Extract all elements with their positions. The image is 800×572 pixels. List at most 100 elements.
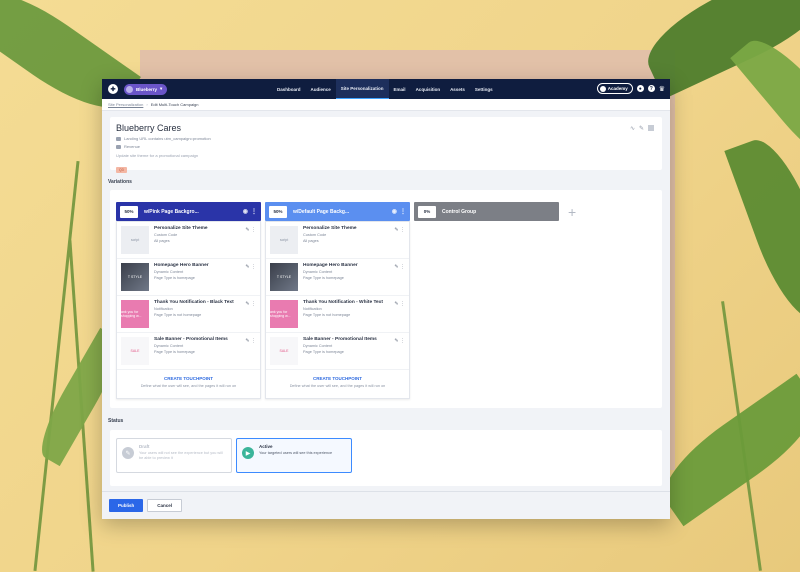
kebab-menu-icon[interactable]: ⋮ xyxy=(251,301,256,307)
touchpoint-title: Thank You Notification - Black Text xyxy=(154,300,234,305)
touchpoint-item[interactable]: SALE Sale Banner - Promotional Items Dyna… xyxy=(117,333,260,370)
campaign-targeting: Landing URL contains utm_campaign=promot… xyxy=(116,136,656,141)
variation-header[interactable]: 50% w/Default Page Backg... ◉ ⋮ xyxy=(265,202,410,221)
status-option-draft[interactable]: ✎ Draft Your users will not see the expe… xyxy=(116,438,232,473)
edit-icon[interactable]: ✎ xyxy=(639,125,644,132)
create-touchpoint-button[interactable]: CREATE TOUCHPOINT xyxy=(117,376,260,381)
kebab-menu-icon[interactable]: ⋮ xyxy=(400,264,405,270)
touchpoint-actions: ✎ ⋮ xyxy=(245,264,256,270)
touchpoint-scope: Page Type is homepage xyxy=(154,350,195,354)
chart-icon[interactable]: ∿ xyxy=(630,125,635,132)
kebab-menu-icon[interactable]: ⋮ xyxy=(251,227,256,233)
kebab-menu-icon[interactable]: ⋮ xyxy=(251,208,257,215)
archive-icon[interactable] xyxy=(648,125,654,131)
touchpoint-item[interactable]: SALE Sale Banner - Promotional Items Dyna… xyxy=(266,333,409,370)
touchpoint-item[interactable]: T STYLE Homepage Hero Banner Dynamic Cont… xyxy=(266,259,409,296)
touchpoint-item[interactable]: T STYLE Homepage Hero Banner Dynamic Cont… xyxy=(117,259,260,296)
touchpoint-title: Homepage Hero Banner xyxy=(154,263,209,268)
touchpoint-thumbnail: T STYLE xyxy=(121,263,149,291)
touchpoint-item[interactable]: ank you for shopping w... Thank You Noti… xyxy=(266,296,409,333)
edit-icon[interactable]: ✎ xyxy=(394,227,398,233)
nav-item-site-personalization[interactable]: Site Personalization xyxy=(335,79,389,99)
variation-percent[interactable]: 0% xyxy=(418,205,436,218)
touchpoint-thumbnail: script xyxy=(121,226,149,254)
breadcrumb-parent-link[interactable]: Site Personalization xyxy=(108,102,143,107)
kebab-menu-icon[interactable]: ⋮ xyxy=(400,227,405,233)
variation-percent[interactable]: 50% xyxy=(269,205,287,218)
nav-item-acquisition[interactable]: Acquisition xyxy=(411,79,446,99)
touchpoint-type: Dynamic Content xyxy=(303,270,333,274)
edit-icon[interactable]: ✎ xyxy=(394,264,398,270)
brand-logo-icon[interactable]: ✚ xyxy=(108,84,118,94)
academy-button[interactable]: Academy xyxy=(596,83,633,94)
variations-section-label: Variations xyxy=(108,179,132,185)
edit-icon[interactable]: ✎ xyxy=(245,301,249,307)
crown-icon[interactable]: ♛ xyxy=(659,85,665,93)
kebab-menu-icon[interactable]: ⋮ xyxy=(400,338,405,344)
site-selector[interactable]: Blueberry ▾ xyxy=(124,83,168,95)
touchpoint-title: Sale Banner - Promotional Items xyxy=(154,337,228,342)
eye-icon[interactable]: ◉ xyxy=(243,208,248,215)
variation-header[interactable]: 50% w/Pink Page Backgro... ◉ ⋮ xyxy=(116,202,261,221)
nav-item-assets[interactable]: Assets xyxy=(445,79,470,99)
status-card: ✎ Draft Your users will not see the expe… xyxy=(110,430,662,486)
control-group-header[interactable]: 0% Control Group xyxy=(414,202,559,221)
touchpoint-item[interactable]: script Personalize Site Theme Custom Code… xyxy=(266,222,409,259)
touchpoint-scope: Page Type is not homepage xyxy=(154,313,202,317)
touchpoint-thumbnail: SALE xyxy=(270,337,298,365)
kebab-menu-icon[interactable]: ⋮ xyxy=(400,301,405,307)
touchpoint-type: Dynamic Content xyxy=(303,344,333,348)
top-navigation: ✚ Blueberry ▾ Dashboard Audience Site Pe… xyxy=(102,79,670,99)
touchpoint-scope: Page Type is homepage xyxy=(154,276,195,280)
eye-icon[interactable]: ◉ xyxy=(392,208,397,215)
status-option-active[interactable]: ▶ Active Your targeted users will see th… xyxy=(236,438,352,473)
nav-item-email[interactable]: Email xyxy=(389,79,411,99)
nav-item-settings[interactable]: Settings xyxy=(470,79,498,99)
campaign-summary-card: Blueberry Cares Landing URL contains utm… xyxy=(110,117,662,173)
touchpoint-title: Sale Banner - Promotional Items xyxy=(303,337,377,342)
nav-item-audience[interactable]: Audience xyxy=(306,79,336,99)
edit-icon[interactable]: ✎ xyxy=(245,227,249,233)
cancel-button[interactable]: Cancel xyxy=(147,499,183,512)
app-window: ✚ Blueberry ▾ Dashboard Audience Site Pe… xyxy=(102,79,670,519)
touchpoint-thumbnail: ank you for shopping w... xyxy=(270,300,298,328)
touchpoint-scope: All pages xyxy=(303,239,319,243)
variation-column: 50% w/Default Page Backg... ◉ ⋮ script P… xyxy=(265,202,410,399)
touchpoint-type: Custom Code xyxy=(303,233,327,237)
variations-card: 50% w/Pink Page Backgro... ◉ ⋮ script Pe… xyxy=(110,190,662,408)
edit-icon[interactable]: ✎ xyxy=(245,264,249,270)
edit-icon[interactable]: ✎ xyxy=(245,338,249,344)
touchpoint-item[interactable]: ank you for shopping w... Thank You Noti… xyxy=(117,296,260,333)
touchpoint-actions: ✎ ⋮ xyxy=(394,227,405,233)
edit-icon[interactable]: ✎ xyxy=(394,301,398,307)
kebab-menu-icon[interactable]: ⋮ xyxy=(400,208,406,215)
campaign-tools: ∿ ✎ xyxy=(630,125,654,132)
touchpoint-title: Personalize Site Theme xyxy=(303,226,357,231)
campaign-tag: Q3 xyxy=(116,167,127,173)
create-touchpoint-button[interactable]: CREATE TOUCHPOINT xyxy=(266,376,409,381)
campaign-goal-text: Revenue xyxy=(124,144,141,149)
touchpoint-thumbnail: ank you for shopping w... xyxy=(121,300,149,328)
touchpoint-scope: Page Type is homepage xyxy=(303,276,344,280)
nav-item-dashboard[interactable]: Dashboard xyxy=(272,79,306,99)
status-option-description: Your users will not see the experience b… xyxy=(139,451,223,461)
touchpoint-item[interactable]: script Personalize Site Theme Custom Code… xyxy=(117,222,260,259)
kebab-menu-icon[interactable]: ⋮ xyxy=(251,338,256,344)
status-option-title: Draft xyxy=(139,444,150,449)
status-option-description: Your targeted users will see this experi… xyxy=(259,451,333,455)
kebab-menu-icon[interactable]: ⋮ xyxy=(251,264,256,270)
flag-icon xyxy=(116,144,121,149)
create-touchpoint-hint: Define what the user will see, and the p… xyxy=(289,384,386,388)
touchpoint-type: Dynamic Content xyxy=(154,270,184,274)
footer-actions: Publish Cancel xyxy=(102,491,670,519)
touchpoint-type: Custom Code xyxy=(154,233,178,237)
add-variation-icon[interactable]: + xyxy=(568,204,576,220)
user-icon[interactable]: ● xyxy=(636,85,644,92)
variation-name: w/Default Page Backg... xyxy=(293,208,350,215)
variation-percent[interactable]: 50% xyxy=(120,205,138,218)
help-icon[interactable]: ? xyxy=(647,85,655,92)
campaign-description: Update site theme for a promotional camp… xyxy=(116,153,199,158)
publish-button[interactable]: Publish xyxy=(109,499,144,512)
status-option-title: Active xyxy=(259,444,273,449)
edit-icon[interactable]: ✎ xyxy=(394,338,398,344)
